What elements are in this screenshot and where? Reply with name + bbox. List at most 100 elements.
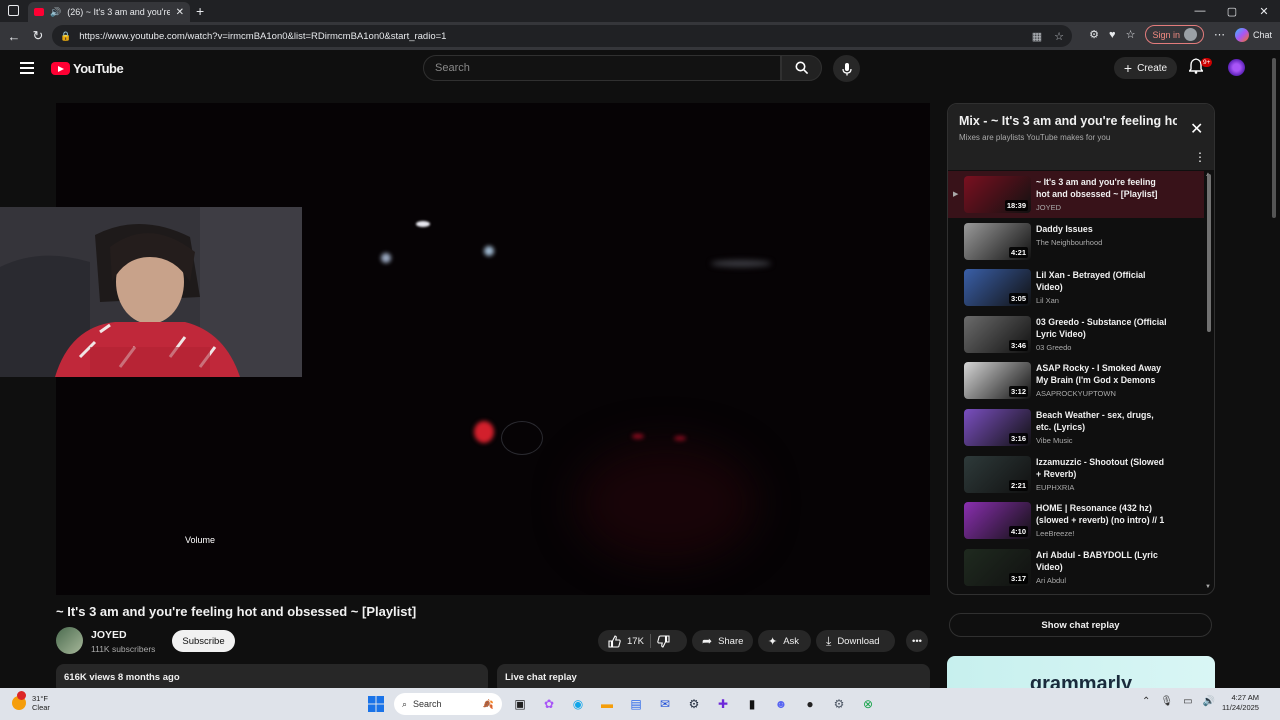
steam-icon[interactable]: ⚙	[683, 693, 705, 715]
browser-tab[interactable]: 🔊 (26) ~ It's 3 am and you're fe ✕	[28, 2, 190, 22]
playlist-item[interactable]: 2:21 Izzamuzzic - Shootout (Slowed + Reve…	[948, 451, 1204, 498]
file-explorer-icon[interactable]: ▬	[596, 693, 618, 715]
more-menu-icon[interactable]: ⋯	[1214, 28, 1225, 41]
favorite-star-icon[interactable]: ☆	[1054, 30, 1064, 43]
video-thumbnail[interactable]: 3:17	[964, 548, 1031, 586]
playlist-item[interactable]: 4:21 Daddy Issues The Neighbourhood	[948, 218, 1204, 265]
more-horizontal-icon: •••	[912, 635, 922, 647]
browser-essentials-icon[interactable]: ♥	[1109, 29, 1116, 41]
close-tab-icon[interactable]: ✕	[176, 7, 184, 18]
video-thumbnail[interactable]: 3:05	[964, 269, 1031, 307]
video-thumbnail[interactable]: 3:12	[964, 362, 1031, 400]
maximize-button[interactable]: ▢	[1216, 0, 1248, 22]
address-bar[interactable]: 🔒 https://www.youtube.com/watch?v=irmcmB…	[52, 25, 1072, 47]
sidebar-toggle-icon[interactable]	[8, 5, 19, 16]
create-button[interactable]: + Create	[1114, 57, 1177, 79]
settings-icon[interactable]: ⚙	[828, 693, 850, 715]
voice-search-button[interactable]	[833, 55, 860, 82]
hamburger-menu-icon[interactable]	[20, 62, 34, 74]
teams-icon[interactable]: ✚	[712, 693, 734, 715]
playlist-item[interactable]: 3:46 03 Greedo - Substance (Official Lyri…	[948, 311, 1204, 358]
page-scrollbar-thumb[interactable]	[1272, 58, 1276, 218]
playlist-video-title[interactable]: Beach Weather - sex, drugs, etc. (Lyrics…	[1036, 409, 1171, 433]
playlist-title[interactable]: Mix - ~ It's 3 am and you're feeling hot…	[959, 114, 1177, 128]
video-thumbnail[interactable]: 4:21	[964, 222, 1031, 260]
playlist-item[interactable]: 3:12 ASAP Rocky - I Smoked Away My Brain …	[948, 357, 1204, 404]
video-thumbnail[interactable]: 4:10	[964, 502, 1031, 540]
scroll-down-icon[interactable]: ▼	[1205, 584, 1211, 590]
taskbar-search[interactable]: ⌕ Search 🍂	[394, 693, 502, 715]
show-chat-replay-button[interactable]: Show chat replay	[949, 613, 1212, 637]
search-input[interactable]: Search	[423, 55, 781, 81]
ask-button[interactable]: ✦ Ask	[758, 630, 811, 652]
video-frame-light	[474, 421, 494, 443]
playlist-video-title[interactable]: Ari Abdul - BABYDOLL (Lyric Video)	[1036, 549, 1171, 573]
grammarly-ad[interactable]: grammarly	[947, 656, 1215, 688]
discord-icon[interactable]: ☻	[770, 693, 792, 715]
playlist-item[interactable]: 3:16 Beach Weather - sex, drugs, etc. (Ly…	[948, 404, 1204, 451]
youtube-logo[interactable]: YouTube	[51, 61, 124, 76]
epic-games-icon[interactable]: ▮	[741, 693, 763, 715]
page-scrollbar[interactable]	[1270, 50, 1278, 688]
close-playlist-icon[interactable]: ✕	[1190, 119, 1203, 139]
like-button[interactable]: 17K	[608, 634, 644, 648]
video-thumbnail[interactable]: 18:39	[964, 176, 1031, 213]
microphone-tray-icon[interactable]: 🎙	[1160, 696, 1173, 707]
playlist-item[interactable]: 3:17 Ari Abdul - BABYDOLL (Lyric Video) Ar…	[948, 544, 1204, 591]
xbox-icon[interactable]: ⊗	[857, 693, 879, 715]
obs-icon[interactable]: ●	[799, 693, 821, 715]
playlist-video-title[interactable]: Daddy Issues	[1036, 223, 1171, 235]
playlist-video-title[interactable]: 03 Greedo - Substance (Official Lyric Vi…	[1036, 316, 1171, 340]
search-button[interactable]	[781, 55, 822, 81]
windows-start-icon[interactable]	[365, 693, 387, 715]
playlist-video-channel: 03 Greedo	[1036, 342, 1072, 352]
app-available-icon[interactable]: ▦	[1032, 30, 1042, 43]
playlist-video-title[interactable]: Izzamuzzic - Shootout (Slowed + Reverb)	[1036, 456, 1171, 480]
playlist-item[interactable]: 3:05 Lil Xan - Betrayed (Official Video) L…	[948, 264, 1204, 311]
taskbar-clock[interactable]: 4:27 AM 11/24/2025	[1222, 693, 1259, 713]
playlist-menu-icon[interactable]: ⋮	[1194, 150, 1206, 164]
plus-icon: +	[1123, 60, 1133, 76]
share-button[interactable]: ➦ Share	[692, 630, 753, 652]
youtube-header: YouTube Search + Create 9+	[0, 50, 1268, 86]
extensions-icon[interactable]: ⚙	[1089, 28, 1099, 41]
playlist-item[interactable]: 4:10 HOME | Resonance (432 hz) (slowed + …	[948, 497, 1204, 544]
account-avatar[interactable]	[1228, 59, 1245, 76]
microsoft-store-icon[interactable]: ▤	[625, 693, 647, 715]
channel-name[interactable]: JOYED	[91, 629, 127, 641]
edge-browser-icon[interactable]: ◉	[567, 693, 589, 715]
signin-button[interactable]: Sign in	[1145, 25, 1204, 44]
volume-tray-icon[interactable]: 🔊	[1203, 696, 1215, 707]
task-view-icon[interactable]: ▣	[509, 693, 531, 715]
playlist-video-channel: Lil Xan	[1036, 296, 1059, 306]
refresh-icon[interactable]: ↻	[26, 24, 50, 48]
video-thumbnail[interactable]: 3:46	[964, 315, 1031, 353]
channel-avatar[interactable]	[56, 627, 83, 654]
close-window-button[interactable]: ✕	[1248, 0, 1280, 22]
thumbs-down-icon[interactable]	[657, 634, 670, 648]
playlist-item[interactable]: ▶ 18:39 ~ It's 3 am and you're feeling hot…	[948, 171, 1204, 218]
video-duration: 3:12	[1008, 386, 1028, 398]
back-icon[interactable]: ←	[2, 24, 26, 48]
playlist-scrollbar[interactable]	[1207, 174, 1211, 332]
weather-condition: Clear	[32, 703, 50, 712]
video-thumbnail[interactable]: 3:16	[964, 408, 1031, 446]
download-button[interactable]: ⤓ Download	[816, 630, 895, 652]
copilot-app-icon[interactable]: ✿	[538, 693, 560, 715]
weather-widget[interactable]: 31°F Clear	[12, 691, 50, 712]
network-icon[interactable]: ▭	[1183, 696, 1192, 707]
show-hidden-icons-icon[interactable]: ⌃	[1142, 696, 1150, 707]
playlist-video-title[interactable]: ASAP Rocky - I Smoked Away My Brain (I'm…	[1036, 362, 1171, 386]
playlist-video-title[interactable]: HOME | Resonance (432 hz) (slowed + reve…	[1036, 502, 1171, 526]
subscribe-button[interactable]: Subscribe	[172, 630, 235, 652]
collections-icon[interactable]: ☆	[1126, 28, 1136, 41]
minimize-button[interactable]: —	[1184, 0, 1216, 22]
playlist-video-title[interactable]: Lil Xan - Betrayed (Official Video)	[1036, 269, 1171, 293]
more-actions-button[interactable]: •••	[906, 630, 928, 652]
copilot-chat-button[interactable]: Chat	[1234, 27, 1272, 42]
speaker-icon[interactable]: 🔊	[50, 7, 61, 18]
new-tab-icon[interactable]: +	[196, 3, 204, 19]
video-thumbnail[interactable]: 2:21	[964, 455, 1031, 493]
outlook-icon[interactable]: ✉	[654, 693, 676, 715]
playlist-video-title[interactable]: ~ It's 3 am and you're feeling hot and o…	[1036, 176, 1171, 200]
